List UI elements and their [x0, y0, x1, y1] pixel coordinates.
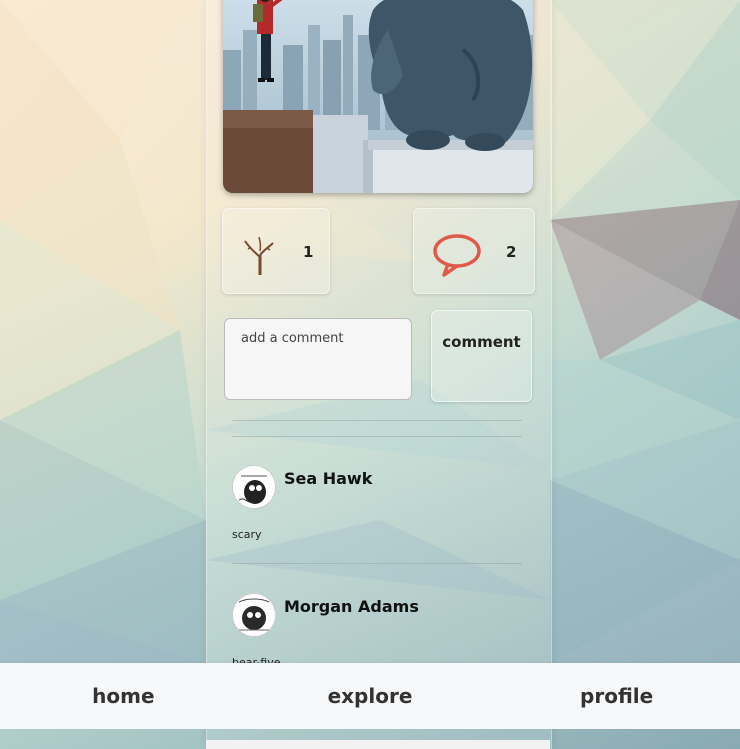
divider [232, 420, 522, 421]
comments-count-button[interactable]: 2 [413, 208, 535, 294]
comment-text: scary [232, 528, 262, 541]
comment-item: Sea Hawk scary [232, 465, 532, 545]
nav-home[interactable]: home [23, 684, 223, 708]
divider [232, 563, 522, 564]
sapling-icon [243, 236, 277, 279]
comment-submit-button[interactable]: comment [431, 310, 532, 402]
nav-explore[interactable]: explore [270, 684, 470, 708]
speech-bubble-icon [432, 233, 482, 281]
avatar[interactable] [232, 465, 276, 509]
avatar[interactable] [232, 593, 276, 637]
likes-count: 1 [303, 243, 314, 261]
nav-profile[interactable]: profile [517, 684, 717, 708]
bottom-nav: home explore profile [0, 663, 740, 729]
comments-count: 2 [506, 243, 517, 261]
nav-footer [206, 740, 550, 749]
post-image [223, 0, 533, 193]
comment-item: Morgan Adams bear-five [232, 593, 532, 663]
comment-text: bear-five [232, 656, 281, 663]
like-button[interactable]: 1 [222, 208, 330, 294]
comment-author[interactable]: Morgan Adams [284, 597, 419, 616]
comment-author[interactable]: Sea Hawk [284, 469, 372, 488]
divider [232, 436, 522, 437]
comment-input[interactable] [224, 318, 412, 400]
